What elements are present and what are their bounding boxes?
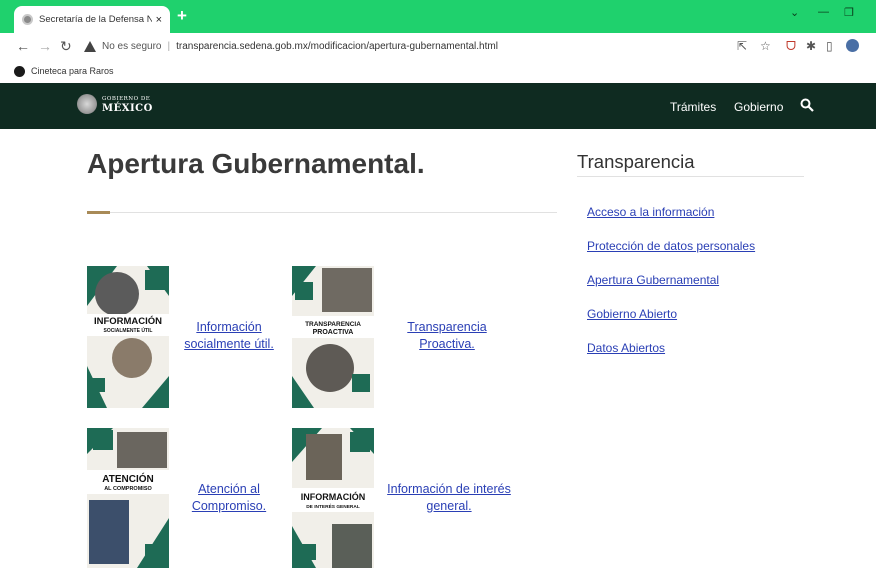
extension-icon[interactable]: ᗜ — [786, 39, 796, 53]
nav-tramites[interactable]: Trámites — [670, 100, 716, 114]
card-image-informacion-interes-general[interactable]: INFORMACIÓN DE INTERÉS GENERAL — [292, 428, 374, 568]
share-icon[interactable]: ⇱ — [737, 39, 747, 53]
bookmarks-bar: Cineteca para Raros — [0, 60, 876, 82]
card-image-transparencia-proactiva[interactable]: TRANSPARENCIA PROACTIVA — [292, 266, 374, 408]
sidebar-link-datos-abiertos[interactable]: Datos Abiertos — [587, 341, 665, 355]
new-tab-button[interactable]: + — [177, 7, 187, 24]
url-text: transparencia.sedena.gob.mx/modificacion… — [176, 41, 498, 52]
tab-title: Secretaría de la Defensa Naciona — [39, 14, 152, 25]
bookmark-favicon-icon — [14, 65, 25, 77]
card-image-title: INFORMACIÓN — [94, 315, 162, 327]
card-image-title: INFORMACIÓN — [301, 491, 366, 502]
maximize-icon[interactable]: ❐ — [844, 6, 854, 19]
sidebar-link-acceso-informacion[interactable]: Acceso a la información — [587, 205, 714, 219]
card-image-subtitle: AL COMPROMISO — [104, 486, 152, 492]
sidebar-link-gobierno-abierto[interactable]: Gobierno Abierto — [587, 307, 677, 321]
card-image-subtitle: PROACTIVA — [313, 329, 354, 336]
bookmark-item[interactable]: Cineteca para Raros — [31, 66, 114, 76]
tab-search-chevron-icon[interactable]: ⌄ — [790, 6, 799, 19]
card-link-informacion-interes-general[interactable]: Información de interés general. — [378, 481, 520, 515]
profile-avatar[interactable] — [846, 39, 859, 52]
sidebar-title: Transparencia — [577, 151, 695, 172]
card-link-atencion-al-compromiso[interactable]: Atención al Compromiso. — [176, 481, 282, 515]
url-field[interactable]: No es seguro | transparencia.sedena.gob.… — [84, 37, 724, 56]
sidepanel-icon[interactable]: ▯ — [826, 39, 833, 53]
sidebar-link-proteccion-datos[interactable]: Protección de datos personales — [587, 239, 755, 253]
logo-big-text: MÉXICO — [102, 103, 153, 114]
site-header: GOBIERNO DE MÉXICO Trámites Gobierno — [0, 83, 876, 129]
minimize-icon[interactable]: — — [818, 6, 829, 18]
card-image-title: ATENCIÓN — [102, 472, 153, 485]
title-divider — [87, 212, 557, 213]
title-accent-bar — [87, 211, 110, 214]
reload-icon[interactable]: ↻ — [60, 38, 72, 54]
back-icon[interactable]: ← — [16, 38, 30, 54]
search-icon[interactable] — [800, 98, 814, 112]
browser-tab-strip: Secretaría de la Defensa Naciona × + ⌄ —… — [0, 0, 876, 33]
address-bar: ← → ↻ No es seguro | transparencia.seden… — [0, 33, 876, 60]
coat-of-arms-icon — [77, 94, 97, 114]
card-image-informacion-socialmente-util[interactable]: INFORMACIÓN SOCIALMENTE ÚTIL — [87, 266, 169, 408]
page-title: Apertura Gubernamental. — [87, 148, 425, 179]
sidebar-link-apertura-gubernamental[interactable]: Apertura Gubernamental — [587, 273, 719, 287]
card-image-subtitle: SOCIALMENTE ÚTIL — [104, 327, 153, 334]
url-separator: | — [167, 41, 171, 52]
nav-gobierno[interactable]: Gobierno — [734, 100, 783, 114]
card-image-title: TRANSPARENCIA — [305, 321, 361, 328]
gobierno-logo[interactable]: GOBIERNO DE MÉXICO — [77, 94, 153, 114]
security-label: No es seguro — [102, 41, 162, 52]
card-image-atencion-al-compromiso[interactable]: ATENCIÓN AL COMPROMISO — [87, 428, 169, 568]
card-link-informacion-socialmente-util[interactable]: Información socialmente útil. — [176, 319, 282, 353]
browser-tab[interactable]: Secretaría de la Defensa Naciona × — [14, 6, 170, 33]
warning-icon — [84, 41, 96, 52]
bookmark-star-icon[interactable]: ☆ — [760, 39, 771, 53]
forward-icon[interactable]: → — [38, 38, 52, 54]
tab-close-icon[interactable]: × — [156, 14, 162, 26]
puzzle-icon[interactable]: ✱ — [806, 39, 816, 53]
site-favicon-icon — [22, 14, 33, 25]
sidebar-divider — [577, 176, 804, 177]
card-link-transparencia-proactiva[interactable]: Transparencia Proactiva. — [392, 319, 502, 353]
